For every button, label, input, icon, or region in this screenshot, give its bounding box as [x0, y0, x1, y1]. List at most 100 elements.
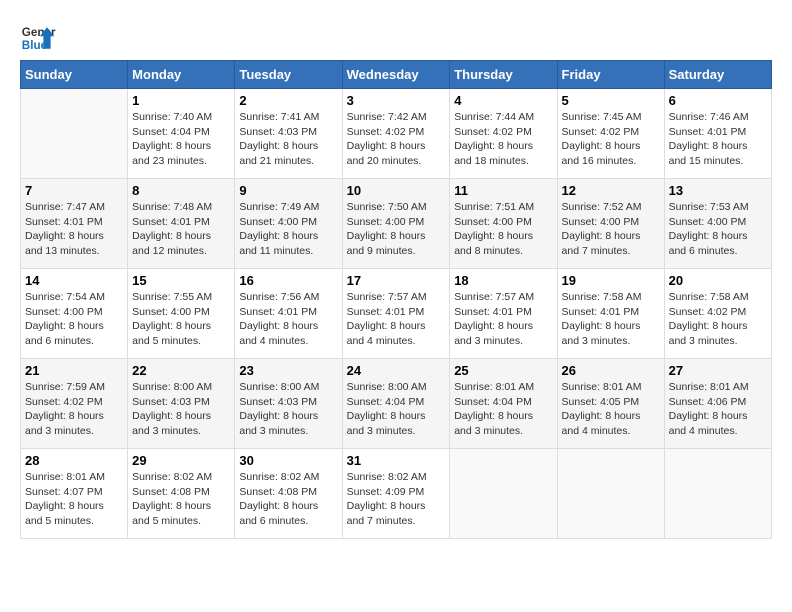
day-cell: 5Sunrise: 7:45 AMSunset: 4:02 PMDaylight…: [557, 89, 664, 179]
day-cell: 8 Sunrise: 7:48 AMSunset: 4:01 PMDaylight…: [128, 179, 235, 269]
day-info: Sunrise: 8:02 AMSunset: 4:08 PMDaylight:…: [132, 470, 230, 529]
day-info: Sunrise: 7:50 AMSunset: 4:00 PMDaylight:…: [347, 200, 446, 259]
day-info: Sunrise: 8:01 AMSunset: 4:05 PMDaylight:…: [562, 380, 660, 439]
day-info: Sunrise: 7:44 AMSunset: 4:02 PMDaylight:…: [454, 110, 552, 169]
header-row: SundayMondayTuesdayWednesdayThursdayFrid…: [21, 61, 772, 89]
day-number: 24: [347, 363, 446, 378]
day-number: 2: [239, 93, 337, 108]
page-header: General Blue: [20, 20, 772, 56]
header-friday: Friday: [557, 61, 664, 89]
day-cell: 23Sunrise: 8:00 AMSunset: 4:03 PMDayligh…: [235, 359, 342, 449]
day-info: Sunrise: 7:59 AMSunset: 4:02 PMDaylight:…: [25, 380, 123, 439]
day-info: Sunrise: 7:55 AMSunset: 4:00 PMDaylight:…: [132, 290, 230, 349]
day-number: 27: [669, 363, 767, 378]
day-info: Sunrise: 7:53 AMSunset: 4:00 PMDaylight:…: [669, 200, 767, 259]
header-sunday: Sunday: [21, 61, 128, 89]
day-number: 17: [347, 273, 446, 288]
day-info: Sunrise: 7:45 AMSunset: 4:02 PMDaylight:…: [562, 110, 660, 169]
day-cell: 13 Sunrise: 7:53 AMSunset: 4:00 PMDayligh…: [664, 179, 771, 269]
day-cell: 2 Sunrise: 7:41 AMSunset: 4:03 PMDaylight…: [235, 89, 342, 179]
day-cell: 6 Sunrise: 7:46 AMSunset: 4:01 PMDaylight…: [664, 89, 771, 179]
day-info: Sunrise: 8:01 AMSunset: 4:06 PMDaylight:…: [669, 380, 767, 439]
day-number: 15: [132, 273, 230, 288]
day-info: Sunrise: 8:02 AMSunset: 4:09 PMDaylight:…: [347, 470, 446, 529]
day-number: 11: [454, 183, 552, 198]
day-number: 3: [347, 93, 446, 108]
week-row-1: 1Sunrise: 7:40 AMSunset: 4:04 PMDaylight…: [21, 89, 772, 179]
day-number: 13: [669, 183, 767, 198]
day-cell: 4 Sunrise: 7:44 AMSunset: 4:02 PMDaylight…: [450, 89, 557, 179]
day-cell: [557, 449, 664, 539]
day-info: Sunrise: 7:42 AMSunset: 4:02 PMDaylight:…: [347, 110, 446, 169]
day-info: Sunrise: 7:41 AMSunset: 4:03 PMDaylight:…: [239, 110, 337, 169]
day-cell: 15 Sunrise: 7:55 AMSunset: 4:00 PMDayligh…: [128, 269, 235, 359]
week-row-5: 28 Sunrise: 8:01 AMSunset: 4:07 PMDayligh…: [21, 449, 772, 539]
day-cell: 29Sunrise: 8:02 AMSunset: 4:08 PMDayligh…: [128, 449, 235, 539]
day-info: Sunrise: 7:58 AMSunset: 4:01 PMDaylight:…: [562, 290, 660, 349]
day-cell: 17 Sunrise: 7:57 AMSunset: 4:01 PMDayligh…: [342, 269, 450, 359]
day-cell: 18 Sunrise: 7:57 AMSunset: 4:01 PMDayligh…: [450, 269, 557, 359]
day-number: 9: [239, 183, 337, 198]
day-number: 6: [669, 93, 767, 108]
day-cell: [664, 449, 771, 539]
day-info: Sunrise: 7:57 AMSunset: 4:01 PMDaylight:…: [347, 290, 446, 349]
day-number: 20: [669, 273, 767, 288]
day-info: Sunrise: 7:58 AMSunset: 4:02 PMDaylight:…: [669, 290, 767, 349]
day-cell: 30 Sunrise: 8:02 AMSunset: 4:08 PMDayligh…: [235, 449, 342, 539]
day-number: 4: [454, 93, 552, 108]
day-cell: 1Sunrise: 7:40 AMSunset: 4:04 PMDaylight…: [128, 89, 235, 179]
day-cell: 3 Sunrise: 7:42 AMSunset: 4:02 PMDaylight…: [342, 89, 450, 179]
day-info: Sunrise: 7:48 AMSunset: 4:01 PMDaylight:…: [132, 200, 230, 259]
day-number: 10: [347, 183, 446, 198]
day-number: 7: [25, 183, 123, 198]
day-number: 19: [562, 273, 660, 288]
day-cell: 19 Sunrise: 7:58 AMSunset: 4:01 PMDayligh…: [557, 269, 664, 359]
day-number: 31: [347, 453, 446, 468]
day-info: Sunrise: 8:02 AMSunset: 4:08 PMDaylight:…: [239, 470, 337, 529]
header-tuesday: Tuesday: [235, 61, 342, 89]
logo-icon: General Blue: [20, 20, 56, 56]
day-number: 18: [454, 273, 552, 288]
day-info: Sunrise: 7:54 AMSunset: 4:00 PMDaylight:…: [25, 290, 123, 349]
day-number: 28: [25, 453, 123, 468]
day-info: Sunrise: 7:46 AMSunset: 4:01 PMDaylight:…: [669, 110, 767, 169]
header-thursday: Thursday: [450, 61, 557, 89]
day-info: Sunrise: 7:47 AMSunset: 4:01 PMDaylight:…: [25, 200, 123, 259]
logo: General Blue: [20, 20, 56, 56]
day-number: 26: [562, 363, 660, 378]
day-cell: 11Sunrise: 7:51 AMSunset: 4:00 PMDayligh…: [450, 179, 557, 269]
day-cell: 10 Sunrise: 7:50 AMSunset: 4:00 PMDayligh…: [342, 179, 450, 269]
day-cell: 9Sunrise: 7:49 AMSunset: 4:00 PMDaylight…: [235, 179, 342, 269]
day-cell: 12 Sunrise: 7:52 AMSunset: 4:00 PMDayligh…: [557, 179, 664, 269]
day-cell: 22Sunrise: 8:00 AMSunset: 4:03 PMDayligh…: [128, 359, 235, 449]
day-info: Sunrise: 8:01 AMSunset: 4:04 PMDaylight:…: [454, 380, 552, 439]
day-cell: 25Sunrise: 8:01 AMSunset: 4:04 PMDayligh…: [450, 359, 557, 449]
day-number: 12: [562, 183, 660, 198]
day-number: 23: [239, 363, 337, 378]
day-info: Sunrise: 7:52 AMSunset: 4:00 PMDaylight:…: [562, 200, 660, 259]
day-info: Sunrise: 7:57 AMSunset: 4:01 PMDaylight:…: [454, 290, 552, 349]
day-number: 30: [239, 453, 337, 468]
day-number: 8: [132, 183, 230, 198]
header-saturday: Saturday: [664, 61, 771, 89]
day-cell: 31 Sunrise: 8:02 AMSunset: 4:09 PMDayligh…: [342, 449, 450, 539]
day-info: Sunrise: 8:00 AMSunset: 4:04 PMDaylight:…: [347, 380, 446, 439]
day-cell: 7 Sunrise: 7:47 AMSunset: 4:01 PMDaylight…: [21, 179, 128, 269]
day-info: Sunrise: 8:01 AMSunset: 4:07 PMDaylight:…: [25, 470, 123, 529]
header-wednesday: Wednesday: [342, 61, 450, 89]
day-cell: 27 Sunrise: 8:01 AMSunset: 4:06 PMDayligh…: [664, 359, 771, 449]
day-cell: 20 Sunrise: 7:58 AMSunset: 4:02 PMDayligh…: [664, 269, 771, 359]
day-number: 1: [132, 93, 230, 108]
calendar-table: SundayMondayTuesdayWednesdayThursdayFrid…: [20, 60, 772, 539]
day-number: 21: [25, 363, 123, 378]
header-monday: Monday: [128, 61, 235, 89]
day-cell: 16Sunrise: 7:56 AMSunset: 4:01 PMDayligh…: [235, 269, 342, 359]
day-cell: 21 Sunrise: 7:59 AMSunset: 4:02 PMDayligh…: [21, 359, 128, 449]
week-row-3: 14 Sunrise: 7:54 AMSunset: 4:00 PMDayligh…: [21, 269, 772, 359]
day-cell: 24 Sunrise: 8:00 AMSunset: 4:04 PMDayligh…: [342, 359, 450, 449]
day-info: Sunrise: 7:56 AMSunset: 4:01 PMDaylight:…: [239, 290, 337, 349]
day-cell: 28 Sunrise: 8:01 AMSunset: 4:07 PMDayligh…: [21, 449, 128, 539]
day-cell: 26 Sunrise: 8:01 AMSunset: 4:05 PMDayligh…: [557, 359, 664, 449]
day-number: 14: [25, 273, 123, 288]
day-info: Sunrise: 8:00 AMSunset: 4:03 PMDaylight:…: [132, 380, 230, 439]
